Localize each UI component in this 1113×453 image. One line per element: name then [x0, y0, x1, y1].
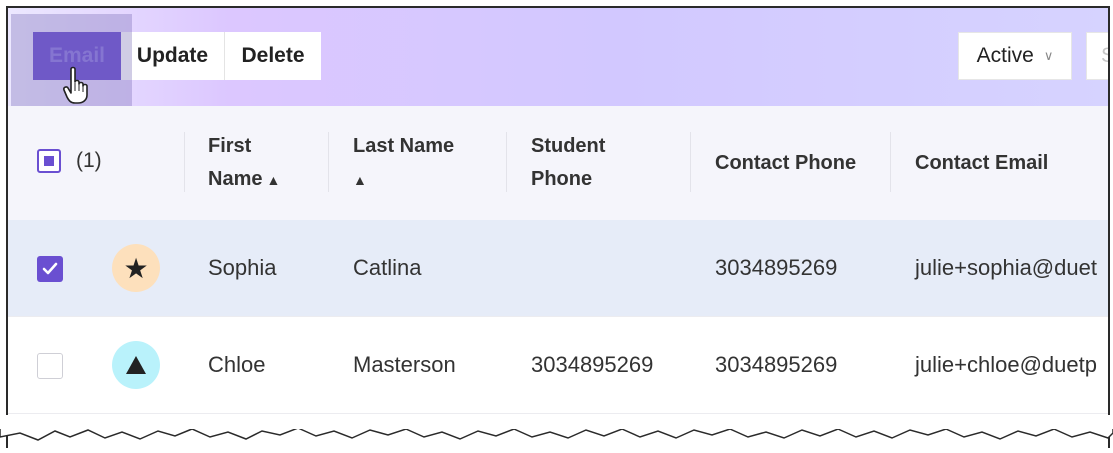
contact-email-cell: julie+chloe@duetp [915, 352, 1097, 377]
column-header-last-name[interactable]: Last Name ▲︎ [353, 106, 454, 220]
first-name-header-line1: First [208, 134, 252, 157]
contact-phone-cell: 3034895269 [715, 255, 838, 280]
last-name-header-line1: Last Name [353, 134, 455, 157]
avatar: ★ [112, 244, 160, 292]
avatar [112, 341, 160, 389]
column-header-first-name[interactable]: First Name ▲︎ [208, 106, 280, 220]
first-name-cell: Sophia [208, 255, 277, 280]
sort-icon[interactable]: ▲︎ [266, 172, 280, 188]
column-header-student-phone: Student Phone [531, 106, 605, 220]
row-checkbox[interactable] [37, 353, 63, 379]
student-phone-cell: 3034895269 [531, 352, 654, 377]
table-header: (1) First Name ▲︎ Last Name ▲︎ Student Ph… [8, 106, 1108, 221]
sort-icon[interactable]: ▲︎ [353, 172, 367, 188]
triangle-icon [126, 356, 146, 374]
hand-cursor-icon [63, 66, 88, 104]
student-phone-header-line2: Phone [531, 168, 593, 190]
last-name-cell: Masterson [353, 352, 456, 377]
selected-count: (1) [76, 149, 102, 172]
column-divider [328, 132, 329, 192]
column-divider [690, 132, 691, 192]
torn-edge [0, 415, 1113, 441]
contact-email-cell: julie+sophia@duet [915, 255, 1097, 280]
column-header-contact-email: Contact Email [915, 151, 1049, 174]
column-divider [184, 132, 185, 192]
table-row[interactable]: ★ Sophia Catlina 3034895269 julie+sophia… [8, 220, 1108, 317]
checkmark-icon [42, 262, 58, 275]
contact-phone-cell: 3034895269 [715, 352, 838, 377]
column-divider [890, 132, 891, 192]
delete-button[interactable]: Delete [225, 32, 321, 80]
star-icon: ★ [123, 252, 149, 284]
app-frame: Email Update Delete Active ∨ S (1) First… [6, 6, 1110, 448]
column-header-contact-phone: Contact Phone [715, 151, 857, 174]
first-name-cell: Chloe [208, 352, 266, 377]
row-checkbox[interactable] [37, 256, 63, 282]
first-name-header-line2: Name [208, 167, 263, 190]
status-filter-label: Active [976, 44, 1034, 67]
indeterminate-mark-icon [44, 156, 54, 166]
partial-button[interactable]: S [1086, 32, 1108, 80]
action-toolbar: Email Update Delete Active ∨ S [8, 8, 1108, 108]
chevron-down-icon: ∨ [1043, 48, 1054, 63]
column-divider [506, 132, 507, 192]
status-filter-dropdown[interactable]: Active ∨ [958, 32, 1072, 80]
select-all-checkbox[interactable] [37, 149, 61, 173]
last-name-cell: Catlina [353, 255, 422, 280]
table-row[interactable]: Chloe Masterson 3034895269 3034895269 ju… [8, 317, 1108, 414]
student-phone-header-line1: Student [531, 135, 606, 157]
update-button[interactable]: Update [121, 32, 225, 80]
